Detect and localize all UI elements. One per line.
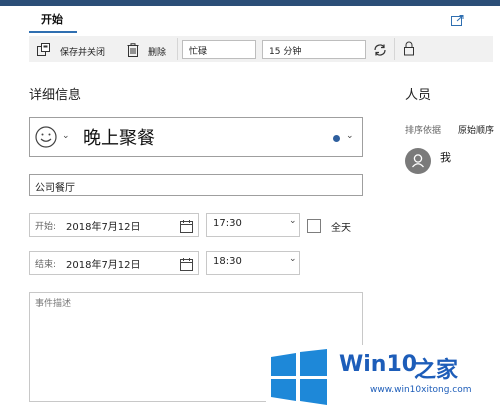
reminder-select[interactable]: 15 分钟 [262, 40, 366, 59]
start-date-text[interactable]: 2018年7月12日 [66, 218, 141, 233]
details-heading: 详细信息 [29, 88, 82, 103]
end-label: 结束: [35, 260, 57, 270]
save-and-close-button[interactable]: 保存并关闭 [60, 45, 105, 58]
sort-by-label: 排序依据 [405, 126, 442, 136]
start-time-text[interactable]: 17:30 [213, 218, 242, 229]
chevron-down-icon[interactable]: ⌄ [346, 131, 354, 141]
people-heading: 人员 [405, 88, 432, 103]
end-date-text[interactable]: 2018年7月12日 [66, 256, 141, 271]
tab-start[interactable]: 开始 [41, 11, 63, 27]
windows-logo-icon [269, 349, 329, 405]
calendar-icon[interactable] [180, 218, 193, 233]
delete-button[interactable]: 删除 [148, 45, 166, 58]
attendee-me[interactable]: 我 [440, 149, 451, 165]
all-day-checkbox[interactable] [307, 219, 321, 233]
lock-icon[interactable] [403, 41, 415, 56]
chevron-down-icon[interactable]: ⌄ [289, 254, 297, 264]
save-icon[interactable] [37, 42, 51, 56]
watermark-brand: Win10 [339, 352, 418, 377]
start-label: 开始: [35, 222, 57, 232]
event-title-text[interactable]: 晚上聚餐 [83, 124, 155, 150]
all-day-label: 全天 [331, 223, 351, 234]
avatar[interactable] [405, 148, 431, 174]
chevron-down-icon[interactable]: ⌄ [62, 131, 70, 141]
description-placeholder: 事件描述 [35, 299, 72, 309]
sort-order-select[interactable]: 原始顺序 [458, 123, 494, 136]
chevron-down-icon[interactable]: ⌄ [289, 216, 297, 226]
show-as-select[interactable]: 忙碌 [182, 40, 256, 59]
emoji-icon[interactable] [35, 126, 57, 148]
toolbar-divider [394, 38, 395, 60]
end-time-text[interactable]: 18:30 [213, 256, 242, 267]
event-title-field[interactable] [29, 117, 363, 157]
repeat-icon[interactable] [373, 42, 387, 56]
watermark-url: www.win10xitong.com [370, 385, 472, 395]
calendar-color-dot[interactable] [333, 135, 340, 142]
location-field[interactable] [29, 174, 363, 196]
popout-icon[interactable] [451, 11, 464, 26]
active-tab-indicator [29, 31, 77, 33]
location-text[interactable]: 公司餐厅 [35, 179, 75, 194]
calendar-icon[interactable] [180, 256, 193, 271]
toolbar-divider [177, 38, 178, 60]
watermark-brand-suffix: 之家 [414, 358, 459, 383]
title-bar [0, 0, 500, 6]
trash-icon[interactable] [127, 42, 139, 57]
person-icon [412, 154, 424, 168]
